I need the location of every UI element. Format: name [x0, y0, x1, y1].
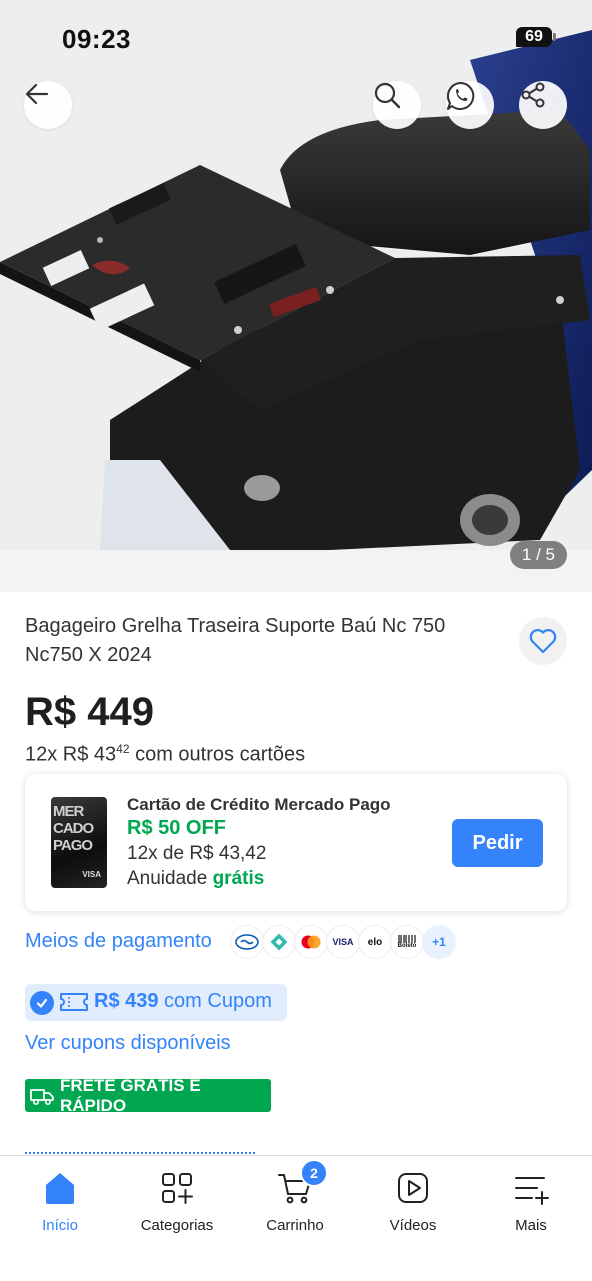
tab-videos-label: Vídeos	[389, 1217, 437, 1234]
pix-icon	[262, 925, 296, 959]
home-icon	[46, 1173, 74, 1204]
view-coupons-link[interactable]: Ver cupons disponíveis	[25, 1032, 231, 1055]
back-button[interactable]	[24, 81, 72, 129]
tab-carrinho-label: Carrinho	[266, 1217, 324, 1234]
tab-categorias-label: Categorias	[140, 1217, 214, 1234]
product-photo	[0, 0, 592, 592]
visa-icon: VISA	[326, 925, 360, 959]
payment-methods-icons[interactable]: VISA elo Boleto +1	[230, 925, 456, 959]
image-counter: 1 / 5	[509, 541, 567, 569]
mercado-pago-offer-card: MER CADO PAGO VISA Cartão de Crédito Mer…	[25, 774, 567, 911]
battery-icon: 69	[516, 27, 556, 47]
more-payment-methods[interactable]: +1	[422, 925, 456, 959]
offer-title: Cartão de Crédito Mercado Pago	[127, 795, 391, 814]
tab-inicio-label: Início	[42, 1217, 78, 1234]
tab-videos[interactable]: Vídeos	[358, 1168, 468, 1234]
bottom-tab-bar: Início Categorias 2 Carrinho Vídeos Mais	[0, 1155, 592, 1281]
coupon-text: R$ 439 com Cupom	[94, 990, 272, 1012]
favorite-button[interactable]	[519, 617, 567, 665]
tab-carrinho[interactable]: 2 Carrinho	[240, 1159, 350, 1234]
product-image-gallery[interactable]: 09:23 69 1 / 5	[0, 0, 592, 592]
payment-methods-link[interactable]: Meios de pagamento	[25, 930, 212, 953]
tab-mais-label: Mais	[515, 1217, 547, 1234]
elo-icon: elo	[358, 925, 392, 959]
share-icon	[521, 82, 545, 108]
categories-icon	[162, 1173, 193, 1204]
tab-inicio[interactable]: Início	[5, 1168, 115, 1234]
search-icon	[374, 82, 401, 109]
product-price: R$ 449	[25, 690, 154, 734]
request-card-button[interactable]: Pedir	[452, 819, 543, 867]
mercado-pago-icon	[230, 925, 264, 959]
offer-discount: R$ 50 OFF	[127, 817, 226, 839]
offer-annual-fee: Anuidade grátis	[127, 868, 265, 889]
installments-text: 12x R$ 4342 com outros cartões	[25, 742, 306, 766]
offer-installments: 12x de R$ 43,42	[127, 843, 267, 864]
free-shipping-text: FRETE GRÁTIS E RÁPIDO	[59, 1075, 201, 1115]
tab-mais[interactable]: Mais	[476, 1168, 586, 1234]
credit-card-image: MER CADO PAGO VISA	[51, 797, 107, 888]
ticket-icon	[60, 993, 88, 1011]
heart-icon	[529, 629, 557, 654]
search-button[interactable]	[373, 81, 421, 129]
menu-more-icon	[515, 1177, 549, 1205]
arrow-left-icon	[25, 83, 49, 105]
play-video-icon	[398, 1173, 428, 1203]
free-shipping-badge: FRETE GRÁTIS E RÁPIDO	[25, 1076, 271, 1115]
whatsapp-share-button[interactable]	[446, 81, 494, 129]
whatsapp-icon	[446, 81, 475, 110]
mastercard-icon	[294, 925, 328, 959]
coupon-price-badge: R$ 439 com Cupom	[25, 984, 287, 1021]
tab-categorias[interactable]: Categorias	[122, 1168, 232, 1234]
cart-count-badge: 2	[300, 1159, 328, 1187]
status-time: 09:23	[62, 24, 131, 54]
check-icon	[30, 991, 54, 1015]
status-bar: 09:23 69	[0, 0, 592, 78]
boleto-icon: Boleto	[390, 925, 424, 959]
truck-icon	[30, 1088, 54, 1105]
product-title: Bagageiro Grelha Traseira Suporte Baú Nc…	[25, 615, 446, 666]
share-button[interactable]	[519, 81, 567, 129]
